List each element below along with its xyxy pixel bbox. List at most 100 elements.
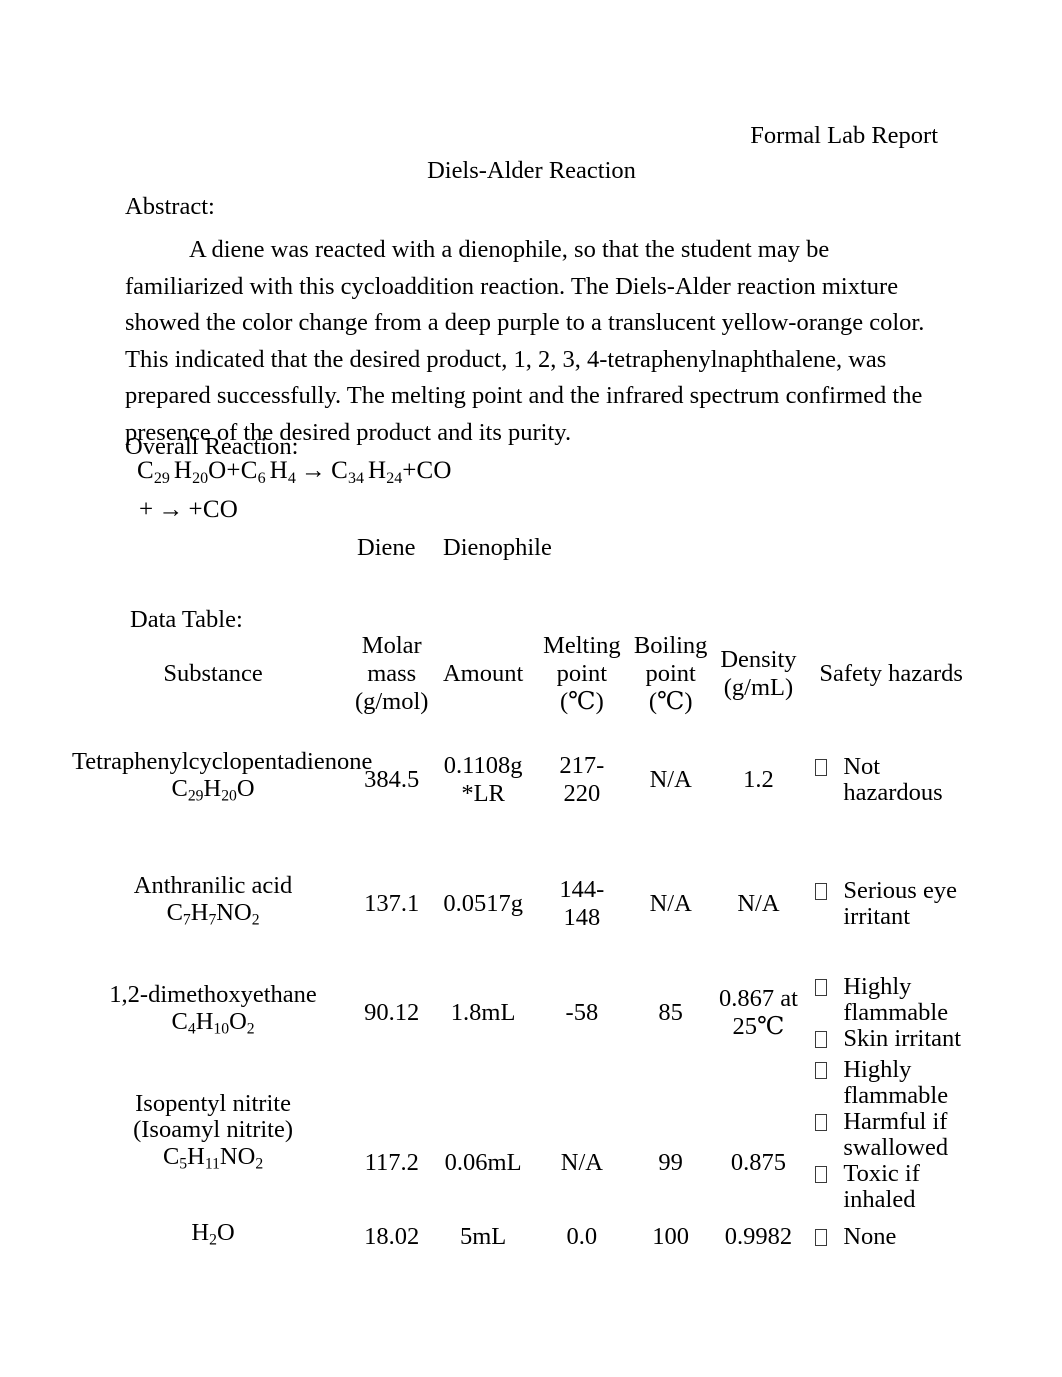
eq-reactant2-c: C [240, 457, 258, 484]
bullet-icon [815, 1166, 828, 1183]
hazard-item: Skin irritant [815, 1026, 980, 1052]
formula-part: O [236, 775, 255, 803]
cell-melting-point: 0.0 [566, 1223, 598, 1250]
substance-formula: C5H11NO2 [72, 1143, 354, 1178]
cell-melting-point: N/A [560, 1149, 603, 1176]
cell-melting-point: -58 [565, 998, 599, 1026]
hazard-text: Highly flammable [843, 973, 949, 1026]
cell-molar-mass: 90.12 [364, 998, 420, 1026]
substance-alt-name: (Isoamyl nitrite) [133, 1116, 293, 1144]
eq-product1-c: C [331, 457, 348, 484]
header-molar-mass: Molar mass (g/mol) [354, 628, 429, 720]
hazard-item: None [815, 1224, 980, 1250]
header-boiling-line2: point [645, 660, 696, 687]
hazard-list: None [815, 1224, 980, 1250]
formula-part: O [216, 1219, 235, 1247]
formula-part: C [171, 775, 188, 803]
eq-reactant1-h: H [173, 457, 193, 484]
cell-safety-hazards: Serious eye irritant [802, 840, 980, 968]
cell-amount: 0.0517g [443, 890, 523, 917]
eq-reactant1-h-sub: 20 [192, 469, 209, 487]
cell-substance: Anthranilic acid C7H7NO2 [72, 840, 354, 968]
formula-part: C [166, 899, 183, 927]
header-density: Density (g/mL) [715, 628, 803, 720]
density-line1: 0.867 at [718, 984, 798, 1012]
cell-safety-hazards: Highly flammable Harmful if swallowed To… [802, 1057, 980, 1213]
bullet-icon [815, 1031, 828, 1048]
eq-arrow-icon: → [300, 457, 327, 484]
hazard-text: Toxic if inhaled [843, 1160, 920, 1213]
melting-line1: 144- [559, 876, 605, 903]
header-melting-point: Melting point (℃) [537, 628, 627, 720]
cell-boiling-point: N/A [649, 890, 692, 917]
hazard-text: None [843, 1223, 897, 1250]
overall-reaction-equation-line2: + → +CO [139, 497, 238, 522]
table-body: Tetraphenylcyclopentadienone C29H20O 384… [72, 720, 980, 1261]
cell-density: 1.2 [743, 766, 774, 793]
eq-plus-1: + [226, 457, 241, 484]
substance-name: 1,2-dimethoxyethane [109, 980, 317, 1008]
eq2-plus-1: + [139, 496, 154, 523]
header-melting-line3: (℃) [560, 688, 604, 715]
cell-amount: 1.8mL [450, 998, 516, 1026]
eq-reactant2-h: H [269, 457, 288, 484]
eq-product1-h: H [367, 457, 387, 484]
eq-product1-c-sub: 34 [347, 469, 364, 487]
cell-boiling-point: 99 [658, 1149, 683, 1176]
header-molar-mass-line1: Molar [361, 632, 422, 659]
header-safety-hazards: Safety hazards [819, 660, 963, 687]
hazard-text: Not hazardous [843, 753, 943, 806]
table-row: H2O 18.02 5mL 0.0 100 0.9982 None [72, 1213, 980, 1261]
cell-substance: H2O [72, 1213, 354, 1261]
data-table: Substance Molar mass (g/mol) Amount Melt… [72, 628, 980, 1261]
formula-sub: 7 [182, 911, 191, 929]
cell-safety-hazards: None [802, 1213, 980, 1261]
hazard-item: Highly flammable [815, 974, 980, 1026]
amount-line1: 0.1108g [443, 752, 523, 779]
substance-formula: C4H10O2 [72, 1008, 354, 1043]
substance-formula: H2O [72, 1219, 354, 1254]
formula-sub: 2 [209, 1231, 217, 1249]
formula-part: NO [216, 899, 252, 927]
cell-molar-mass: 137.1 [364, 890, 420, 917]
header-melting-line2: point [556, 660, 608, 687]
cell-molar-mass: 117.2 [364, 1149, 419, 1176]
cell-safety-hazards: Highly flammable Skin irritant [802, 968, 980, 1057]
table-row: Anthranilic acid C7H7NO2 137.1 0.0517g 1… [72, 840, 980, 968]
formula-sub: 2 [255, 1155, 264, 1173]
cell-substance: Tetraphenylcyclopentadienone C29H20O [72, 720, 373, 840]
bullet-icon [815, 1062, 828, 1079]
bullet-icon [815, 979, 828, 996]
eq-reactant2-h-sub: 4 [287, 469, 296, 487]
cell-molar-mass: 18.02 [364, 1223, 420, 1250]
formula-sub: 2 [251, 911, 260, 929]
table-header-row: Substance Molar mass (g/mol) Amount Melt… [72, 628, 980, 720]
melting-line2: 148 [563, 904, 601, 931]
cell-melting-point: 217- 220 [537, 720, 627, 840]
hazard-text: Highly flammable [843, 1056, 949, 1109]
substance-formula: C7H7NO2 [72, 899, 354, 934]
hazard-item: Serious eye irritant [815, 878, 980, 930]
melting-line2: 220 [563, 780, 601, 807]
header-molar-mass-line3: (g/mol) [354, 688, 429, 715]
bullet-icon [815, 1114, 828, 1131]
eq2-product-co: CO [202, 496, 238, 523]
hazard-text: Harmful if swallowed [843, 1108, 949, 1161]
cell-density: 0.867 at 25℃ [715, 968, 803, 1057]
formula-part: H [191, 1219, 210, 1247]
cell-density: 0.9982 [724, 1223, 793, 1250]
cell-melting-point: 144- 148 [537, 840, 627, 968]
hazard-item: Not hazardous [815, 754, 980, 806]
cell-substance: 1,2-dimethoxyethane C4H10O2 [72, 968, 354, 1057]
header-boiling-line3: (℃) [648, 688, 693, 715]
hazard-list: Highly flammable Skin irritant [815, 974, 980, 1052]
formula-part: C [171, 1007, 188, 1035]
cell-boiling-point: N/A [649, 766, 692, 793]
substance-name: Tetraphenylcyclopentadienone [72, 748, 373, 776]
overall-reaction-heading: Overall Reaction: [125, 433, 299, 460]
cell-safety-hazards: Not hazardous [802, 720, 980, 840]
eq-reactant1-o: O [208, 457, 227, 484]
hazard-list: Serious eye irritant [815, 878, 980, 930]
abstract-heading: Abstract: [125, 193, 215, 220]
formula-part: H [187, 1143, 205, 1171]
